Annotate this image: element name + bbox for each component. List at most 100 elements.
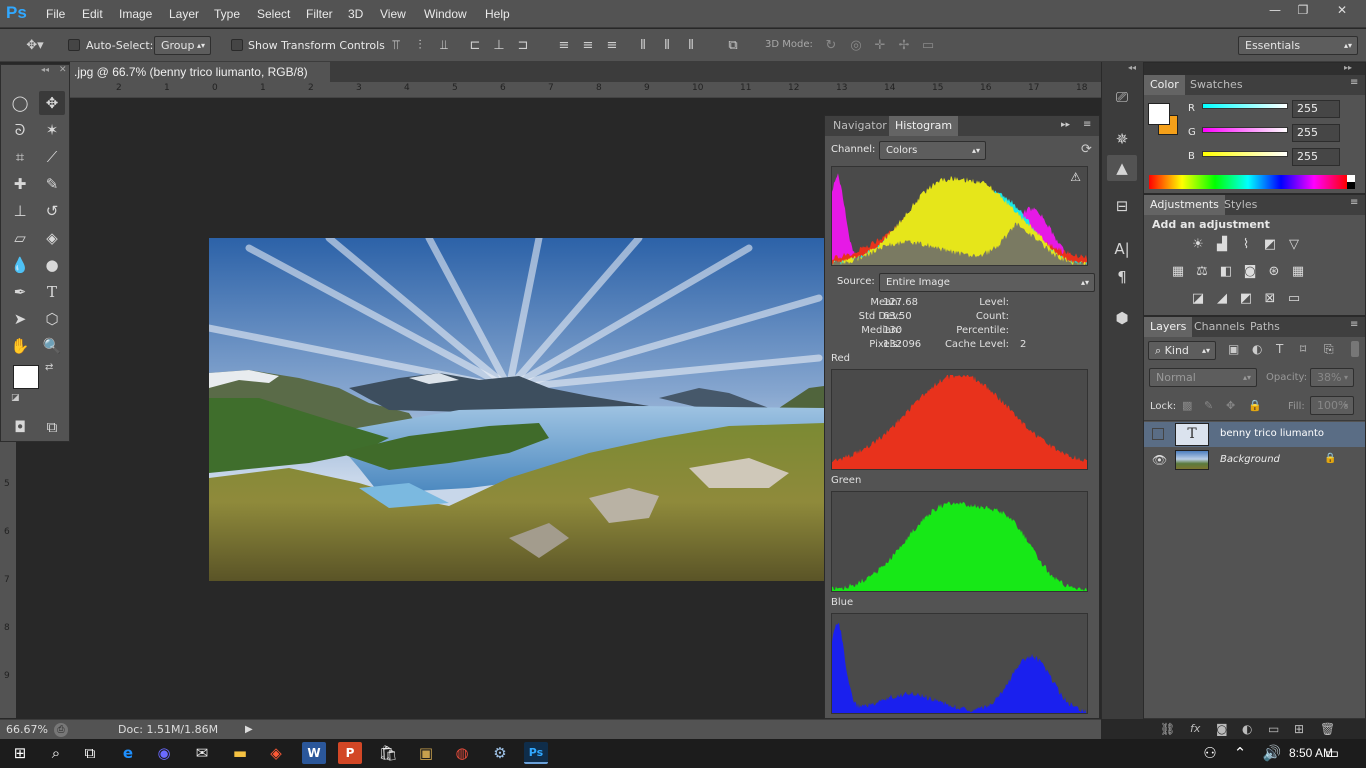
menu-window[interactable]: Window	[424, 7, 467, 21]
layer-mask-icon[interactable]: ◙	[1216, 722, 1228, 736]
filter-pixel-icon[interactable]: ▣	[1228, 342, 1239, 356]
link-layers-icon[interactable]: ⛓	[1160, 722, 1175, 736]
restore-button[interactable]: ❐	[1289, 0, 1317, 20]
clone-stamp-tool-icon[interactable]: ⊥	[7, 199, 33, 223]
menu-image[interactable]: Image	[119, 7, 152, 21]
filter-type-icon[interactable]: T	[1276, 342, 1283, 356]
type-tool-icon[interactable]: T	[39, 280, 65, 304]
status-info-icon[interactable]: ⎙	[54, 723, 68, 737]
3d-drag-icon[interactable]: ✛	[871, 37, 889, 55]
default-colors-icon[interactable]: ◪	[11, 393, 20, 403]
eye-icon[interactable]: 👁	[1152, 453, 1167, 467]
menu-filter[interactable]: Filter	[306, 7, 333, 21]
auto-select-dropdown[interactable]: Group ▴▾	[154, 36, 211, 55]
powerpoint-icon[interactable]: P	[338, 742, 362, 764]
volume-icon[interactable]: 🔊	[1260, 742, 1284, 764]
invert-icon[interactable]: ◪	[1188, 290, 1208, 308]
auto-select-checkbox[interactable]	[68, 39, 80, 51]
delete-layer-icon[interactable]: 🗑	[1320, 722, 1335, 736]
panel-menu-icon[interactable]: ≡	[1350, 77, 1358, 88]
layer-row-background[interactable]: 👁 Background 🔒	[1144, 448, 1365, 473]
foreground-color-swatch[interactable]	[13, 365, 39, 389]
document-canvas-image[interactable]	[209, 238, 824, 581]
3d-roll-icon[interactable]: ◎	[847, 37, 865, 55]
menu-3d[interactable]: 3D	[348, 7, 363, 21]
edge-icon[interactable]: e	[116, 742, 140, 764]
photo-filter-icon[interactable]: ◙	[1240, 263, 1260, 281]
lasso-tool-icon[interactable]: ᘐ	[7, 118, 33, 142]
filter-adjustment-icon[interactable]: ◐	[1252, 342, 1262, 356]
tab-channels[interactable]: Channels	[1188, 317, 1251, 337]
tray-chevron-icon[interactable]: ⌃	[1228, 742, 1252, 764]
action-center-icon[interactable]: ▭	[1320, 742, 1344, 764]
posterize-icon[interactable]: ◢	[1212, 290, 1232, 308]
shape-tool-icon[interactable]: ⬡	[39, 307, 65, 331]
refresh-icon[interactable]: ⟳	[1081, 142, 1092, 157]
start-icon[interactable]: ⊞	[8, 742, 32, 764]
3d-camera-icon[interactable]: ▭	[919, 37, 937, 55]
align-vcenter-icon[interactable]: ⫶	[411, 37, 429, 55]
move-tool-icon[interactable]: ✥	[39, 91, 65, 115]
store-icon[interactable]: 🛍	[376, 742, 400, 764]
new-layer-icon[interactable]: ⊞	[1294, 722, 1304, 736]
align-top-icon[interactable]: ⫪	[387, 37, 405, 55]
black-white-icon[interactable]: ◧	[1216, 263, 1236, 281]
brightness-contrast-icon[interactable]: ☀	[1188, 236, 1208, 254]
character-panel-icon[interactable]: A|	[1107, 236, 1137, 262]
healing-brush-tool-icon[interactable]: ✚	[7, 172, 33, 196]
pen-tool-icon[interactable]: ✒	[7, 280, 33, 304]
panel-menu-icon[interactable]: ≡	[1350, 319, 1358, 330]
steam-icon[interactable]: ⚙	[488, 742, 512, 764]
distribute-top-icon[interactable]: ≡	[555, 37, 573, 55]
color-spectrum-ramp[interactable]	[1149, 175, 1347, 189]
black-white-ramp[interactable]	[1347, 175, 1355, 189]
firefox-icon[interactable]: ◉	[152, 742, 176, 764]
history-brush-tool-icon[interactable]: ↺	[39, 199, 65, 223]
eyedropper-tool-icon[interactable]: ⟋	[39, 145, 65, 169]
magic-wand-tool-icon[interactable]: ✶	[39, 118, 65, 142]
channel-dropdown[interactable]: Colors ▴▾	[879, 141, 986, 160]
swap-colors-icon[interactable]: ⇄	[45, 362, 53, 373]
distribute-vcenter-icon[interactable]: ≡	[579, 37, 597, 55]
screen-mode-icon[interactable]: ⧉	[39, 415, 65, 439]
quick-mask-icon[interactable]: ◘	[7, 415, 33, 439]
distribute-right-icon[interactable]: ⦀	[682, 37, 700, 55]
hue-saturation-icon[interactable]: ▦	[1168, 263, 1188, 281]
color-lookup-icon[interactable]: ▦	[1288, 263, 1308, 281]
threshold-icon[interactable]: ◩	[1236, 290, 1256, 308]
source-dropdown[interactable]: Entire Image ▴▾	[879, 273, 1095, 292]
selective-color-icon[interactable]: ⊠	[1260, 290, 1280, 308]
path-selection-tool-icon[interactable]: ➤	[7, 307, 33, 331]
gradient-map-icon[interactable]: ▭	[1284, 290, 1304, 308]
3d-slide-icon[interactable]: ✢	[895, 37, 913, 55]
visibility-toggle-hidden[interactable]	[1152, 428, 1164, 440]
distribute-hcenter-icon[interactable]: ⦀	[658, 37, 676, 55]
levels-icon[interactable]: ▟	[1212, 236, 1232, 254]
histogram-panel-icon[interactable]: ▲	[1107, 155, 1137, 181]
menu-type[interactable]: Type	[214, 7, 240, 21]
layer-filter-dropdown[interactable]: ⌕ Kind ▴▾	[1148, 341, 1216, 360]
distribute-bottom-icon[interactable]: ≡	[603, 37, 621, 55]
b-value-input[interactable]: 255	[1292, 148, 1340, 166]
g-value-input[interactable]: 255	[1292, 124, 1340, 142]
channel-mixer-icon[interactable]: ⊛	[1264, 263, 1284, 281]
menu-select[interactable]: Select	[257, 7, 290, 21]
minimize-button[interactable]: —	[1261, 0, 1289, 20]
g-slider[interactable]	[1202, 127, 1288, 133]
warning-icon[interactable]: ⚠	[1070, 170, 1081, 184]
vibrance-icon[interactable]: ▽	[1284, 236, 1304, 254]
menu-edit[interactable]: Edit	[82, 7, 103, 21]
panel-menu-icon[interactable]: ≡	[1350, 197, 1358, 208]
menu-view[interactable]: View	[380, 7, 406, 21]
layer-style-icon[interactable]: fx	[1190, 722, 1200, 735]
eraser-tool-icon[interactable]: ▱	[7, 226, 33, 250]
layer-row-text[interactable]: T benny trico liumanto	[1144, 422, 1365, 447]
filter-shape-icon[interactable]: ⌑	[1300, 342, 1306, 356]
filter-toggle[interactable]	[1351, 341, 1359, 357]
task-view-icon[interactable]: ⧉	[78, 742, 102, 764]
curves-icon[interactable]: ⌇	[1236, 236, 1256, 254]
align-left-icon[interactable]: ⊏	[466, 37, 484, 55]
tab-paths[interactable]: Paths	[1244, 317, 1286, 337]
word-icon[interactable]: W	[302, 742, 326, 764]
tab-adjustments[interactable]: Adjustments	[1144, 195, 1225, 215]
